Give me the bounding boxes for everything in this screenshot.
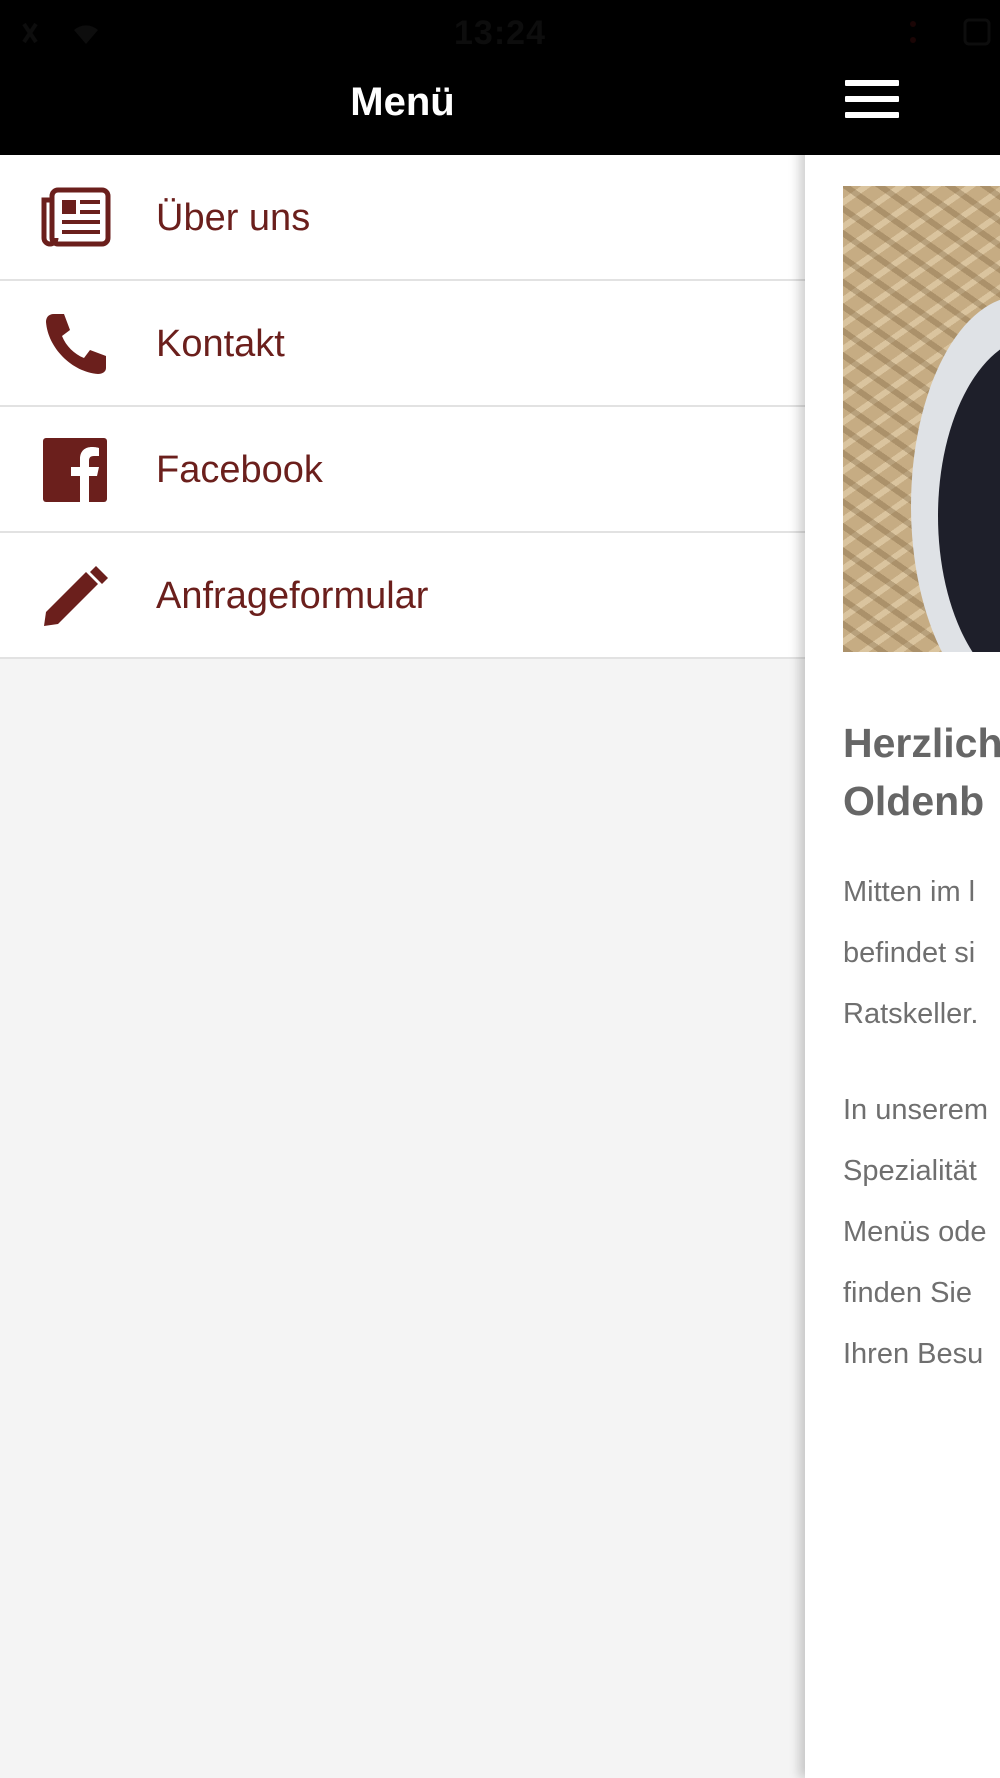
main-content-panel[interactable]: Herzlich Oldenb Mitten im l befindet si … (805, 0, 1000, 1778)
menu-item-label: Facebook (156, 449, 323, 491)
paragraph-line: finden Sie (843, 1277, 972, 1309)
heading-line: Herzlich (843, 720, 1000, 766)
drawer-menu: Über uns Kontakt Facebook Anfrageformula… (0, 155, 805, 659)
hero-image (843, 186, 1000, 652)
paragraph-line: Mitten im l (843, 876, 976, 908)
pencil-icon (38, 564, 112, 628)
hamburger-menu-icon[interactable] (845, 80, 901, 120)
paragraph-line: Menüs ode (843, 1216, 987, 1248)
menu-item-label: Kontakt (156, 323, 285, 365)
menu-item-anfrageformular[interactable]: Anfrageformular (0, 533, 805, 659)
page-heading: Herzlich Oldenb (843, 714, 1000, 830)
menu-item-kontakt[interactable]: Kontakt (0, 281, 805, 407)
content-header (805, 0, 1000, 155)
heading-line: Oldenb (843, 778, 985, 824)
menu-item-facebook[interactable]: Facebook (0, 407, 805, 533)
body-paragraph: In unserem Spezialität Menüs ode finden … (843, 1080, 1000, 1385)
menu-item-label: Über uns (156, 197, 311, 239)
paragraph-line: befindet si (843, 937, 976, 969)
phone-icon (38, 312, 112, 376)
paragraph-line: Ihren Besu (843, 1338, 984, 1370)
newspaper-icon (38, 186, 112, 250)
intro-paragraph: Mitten im l befindet si Ratskeller. (843, 862, 1000, 1045)
navigation-drawer: Menü Über uns Kontakt Facebook Anfragefo… (0, 0, 805, 1778)
paragraph-line: Ratskeller. (843, 998, 979, 1030)
paragraph-line: In unserem (843, 1094, 989, 1126)
drawer-title: Menü (350, 80, 455, 124)
facebook-icon (38, 438, 112, 502)
menu-item-ueber-uns[interactable]: Über uns (0, 155, 805, 281)
paragraph-line: Spezialität (843, 1155, 977, 1187)
menu-item-label: Anfrageformular (156, 575, 429, 617)
battery-icon (910, 18, 991, 46)
